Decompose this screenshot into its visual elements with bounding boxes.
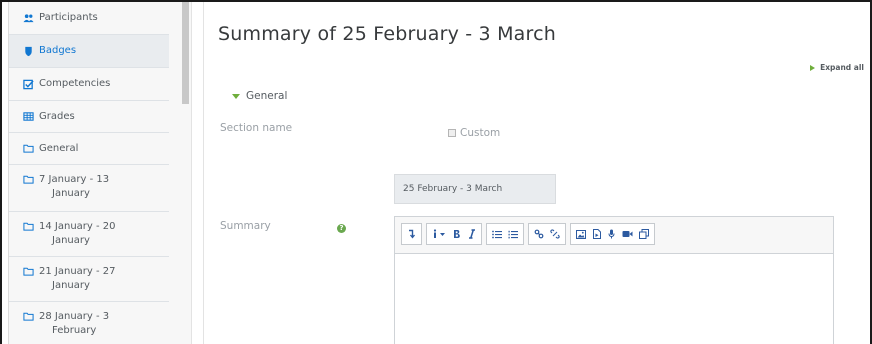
window-frame: Participants Badges Competencies Grades …	[0, 0, 872, 344]
sidebar-scrollbar[interactable]	[169, 2, 192, 344]
unlink-icon	[550, 229, 560, 239]
check-square-icon	[23, 79, 34, 89]
page-title: Summary of 25 February - 3 March	[218, 23, 556, 45]
manage-files-button[interactable]	[637, 226, 651, 242]
custom-name-checkbox[interactable]: Custom	[448, 127, 500, 139]
info-icon	[433, 229, 445, 238]
sidebar-item-label: Badges	[39, 45, 77, 56]
numbered-list-icon	[508, 230, 518, 238]
bullet-list-icon	[492, 230, 502, 238]
section-name-input[interactable]: 25 February - 3 March	[394, 174, 556, 204]
folder-icon	[23, 222, 34, 231]
section-general-label: General	[246, 90, 288, 102]
sidebar-item-general[interactable]: General	[9, 133, 170, 165]
table-icon	[23, 112, 34, 121]
insert-image-button[interactable]	[574, 226, 588, 242]
shield-icon	[25, 46, 32, 56]
help-icon[interactable]: ?	[337, 224, 346, 233]
folder-icon	[23, 175, 34, 184]
sidebar-item-label-line2: January	[52, 280, 90, 291]
summary-label: Summary	[220, 220, 271, 232]
course-nav-drawer: Participants Badges Competencies Grades …	[8, 2, 170, 344]
sidebar-item-week-21-jan[interactable]: 21 January - 27 January	[9, 257, 170, 302]
section-name-label: Section name	[220, 122, 293, 134]
toolbar-group-links	[528, 223, 566, 245]
copy-files-icon	[639, 229, 649, 239]
sidebar-item-label-line2: January	[52, 235, 90, 246]
sidebar-item-label-line2: January	[52, 188, 90, 199]
main-content: Summary of 25 February - 3 March Expand …	[203, 2, 870, 344]
ordered-list-button[interactable]	[506, 226, 520, 242]
folder-icon	[23, 312, 34, 321]
sidebar-item-week-28-jan[interactable]: 28 January - 3 February	[9, 302, 170, 344]
sidebar-item-label: Participants	[39, 12, 98, 23]
record-video-button[interactable]	[620, 226, 635, 242]
toolbar-group-lists	[486, 223, 524, 245]
sidebar-item-week-14-jan[interactable]: 14 January - 20 January	[9, 212, 170, 257]
sidebar-item-label: Competencies	[39, 78, 111, 89]
link-icon	[534, 229, 544, 239]
checkbox-box[interactable]	[448, 129, 456, 137]
section-general-toggle[interactable]: General	[232, 90, 287, 102]
users-icon	[23, 13, 34, 22]
image-icon	[576, 229, 586, 239]
paragraph-styles-button[interactable]	[430, 226, 448, 242]
collapse-icon	[409, 229, 416, 239]
custom-checkbox-label: Custom	[460, 127, 501, 139]
sidebar-item-grades[interactable]: Grades	[9, 101, 170, 133]
collapse-toolbar-button[interactable]	[405, 226, 418, 242]
editor-toolbar	[401, 223, 655, 245]
insert-media-button[interactable]	[590, 226, 603, 242]
toolbar-group-collapse	[401, 223, 422, 245]
sidebar-item-label-line2: February	[52, 325, 97, 336]
sidebar-item-label: 28 January - 3	[39, 311, 110, 322]
italic-button[interactable]	[465, 226, 478, 242]
sidebar-item-participants[interactable]: Participants	[9, 2, 170, 35]
record-audio-button[interactable]	[605, 226, 618, 242]
folder-icon	[23, 144, 34, 153]
folder-icon	[23, 267, 34, 276]
link-button[interactable]	[532, 226, 546, 242]
sidebar-item-competencies[interactable]: Competencies	[9, 68, 170, 101]
microphone-icon	[608, 229, 615, 239]
unlink-button[interactable]	[548, 226, 562, 242]
scrollbar-thumb[interactable]	[182, 2, 189, 104]
summary-editor	[394, 216, 834, 344]
italic-icon	[468, 229, 475, 239]
expand-all-label: Expand all	[820, 63, 864, 72]
sidebar-item-week-7-jan[interactable]: 7 January - 13 January	[9, 165, 170, 212]
caret-down-icon	[232, 93, 240, 99]
unordered-list-button[interactable]	[490, 226, 504, 242]
sidebar-item-label: 21 January - 27	[39, 266, 116, 277]
bold-button[interactable]	[450, 226, 463, 242]
expand-arrow-icon	[810, 64, 816, 71]
toolbar-group-media	[570, 223, 655, 245]
media-file-icon	[592, 229, 601, 239]
sidebar-item-badges[interactable]: Badges	[9, 35, 170, 68]
sidebar-item-label: 7 January - 13	[39, 174, 110, 185]
toolbar-group-format	[426, 223, 482, 245]
sidebar-item-label: Grades	[39, 110, 75, 122]
bold-icon	[454, 230, 460, 238]
sidebar-item-label: General	[39, 142, 79, 154]
sidebar-item-label: 14 January - 20	[39, 221, 116, 232]
summary-editor-content[interactable]	[395, 253, 833, 344]
expand-all-link[interactable]: Expand all	[810, 63, 864, 72]
video-camera-icon	[622, 231, 633, 237]
